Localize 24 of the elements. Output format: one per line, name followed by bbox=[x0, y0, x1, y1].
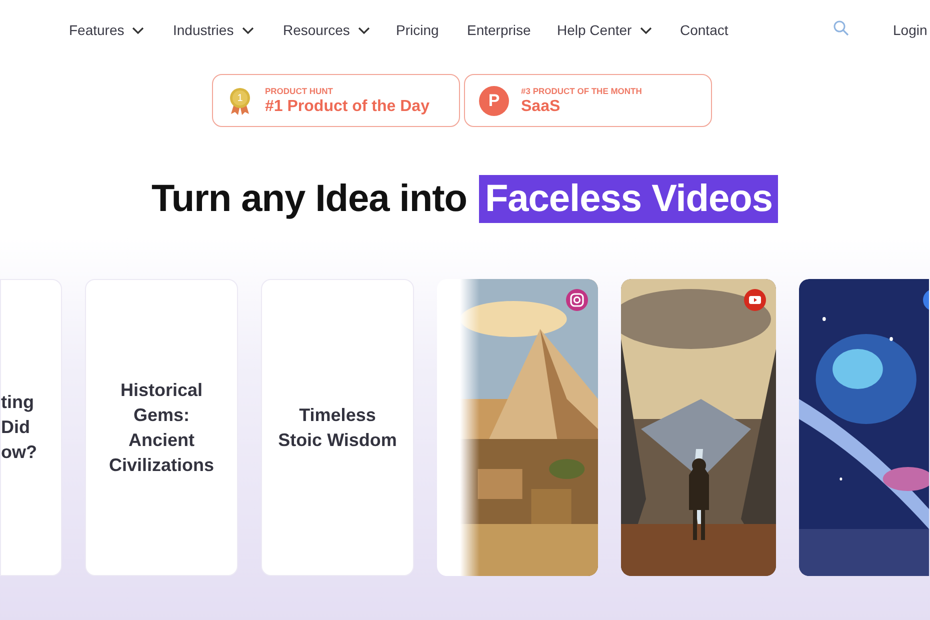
topic-card[interactable]: Historical Gems: Ancient Civilizations bbox=[85, 279, 238, 576]
award-label: #3 PRODUCT OF THE MONTH bbox=[521, 84, 642, 96]
topic-card[interactable]: ting Did ow? bbox=[0, 279, 62, 576]
nav-link[interactable]: Resources bbox=[283, 20, 370, 41]
medal-number: 1 bbox=[236, 92, 244, 106]
youtube-icon bbox=[744, 289, 766, 311]
award-title: #1 Product of the Day bbox=[265, 96, 430, 116]
product-hunt-logo: P bbox=[479, 86, 509, 116]
topic-title: Timeless Stoic Wisdom bbox=[278, 404, 397, 452]
award-title: SaaS bbox=[521, 96, 562, 116]
nav-link[interactable]: Enterprise bbox=[467, 20, 531, 41]
login-link[interactable]: Login bbox=[893, 20, 928, 41]
topic-title: ting Did ow? bbox=[1, 391, 37, 464]
headline-highlight: Faceless Videos bbox=[478, 175, 778, 223]
instagram-icon bbox=[566, 289, 588, 311]
nav-link[interactable]: Features bbox=[69, 20, 144, 41]
nav-link[interactable]: Contact bbox=[680, 20, 728, 41]
nav-link[interactable]: Industries bbox=[173, 20, 254, 41]
headline: Turn any Idea into bbox=[152, 176, 467, 222]
topic-title: Historical Gems: Ancient Civilizations bbox=[108, 378, 214, 476]
nav-link[interactable]: Pricing bbox=[396, 20, 439, 41]
award-label: PRODUCT HUNT bbox=[265, 84, 334, 96]
nav-link[interactable]: Help Center bbox=[557, 20, 652, 41]
topic-card[interactable]: Timeless Stoic Wisdom bbox=[261, 279, 414, 576]
